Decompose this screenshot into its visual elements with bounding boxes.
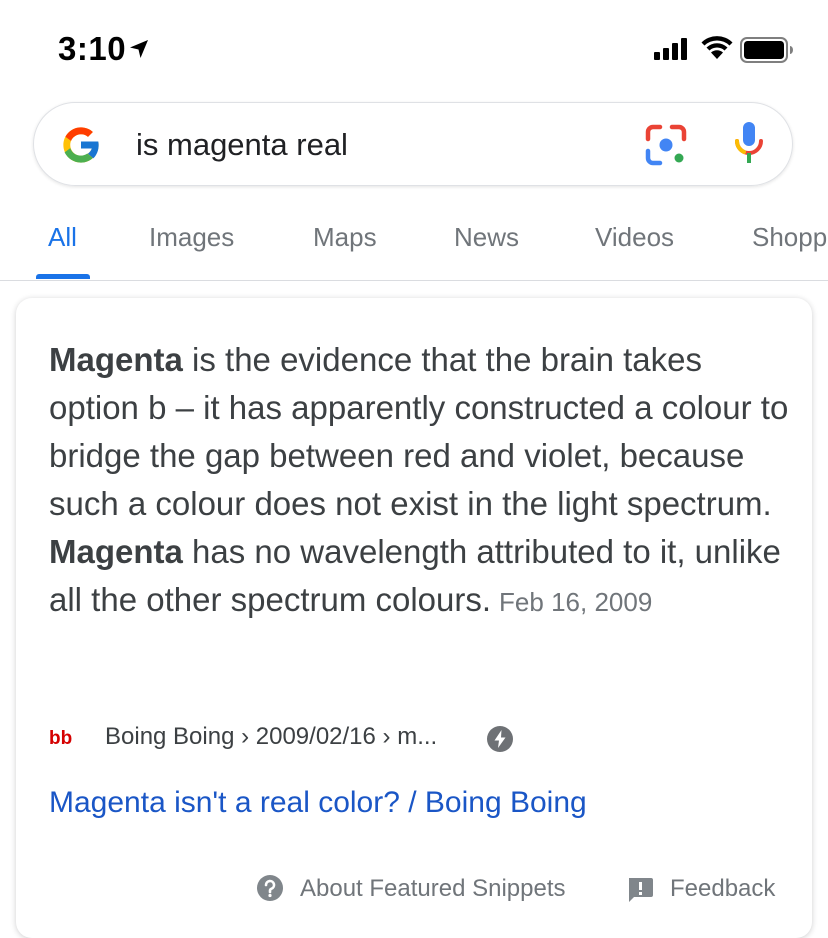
google-g-logo: [58, 122, 104, 173]
tab-videos[interactable]: Videos: [595, 222, 674, 253]
tab-all[interactable]: All: [48, 222, 77, 253]
source-breadcrumb[interactable]: Boing Boing › 2009/02/16 › m...: [105, 723, 437, 751]
search-input[interactable]: [136, 123, 616, 167]
snippet-highlight: Magenta: [49, 533, 183, 570]
tab-maps[interactable]: Maps: [313, 222, 377, 253]
search-box[interactable]: [33, 102, 793, 186]
amp-lightning-icon: [485, 724, 515, 759]
active-tab-indicator: [36, 274, 90, 279]
wifi-icon: [700, 34, 734, 65]
feedback-icon: [626, 876, 654, 909]
snippet-highlight: Magenta: [49, 341, 183, 378]
snippet-footer: About Featured Snippets Feedback: [16, 870, 812, 910]
help-circle-icon: [256, 874, 284, 907]
source-row[interactable]: bb Boing Boing › 2009/02/16 › m...: [49, 720, 789, 760]
feedback-label: Feedback: [670, 875, 776, 902]
site-favicon: bb: [49, 728, 73, 749]
snippet-text: Magenta is the evidence that the brain t…: [49, 336, 789, 626]
location-arrow-icon: [128, 38, 150, 65]
battery-icon: [740, 37, 794, 68]
tab-images[interactable]: Images: [149, 222, 234, 253]
featured-snippet-card: Magenta is the evidence that the brain t…: [16, 298, 812, 938]
cellular-signal-icon: [654, 38, 690, 65]
status-time: 3:10: [58, 30, 127, 67]
snippet-date: Feb 16, 2009: [499, 587, 653, 617]
google-lens-icon[interactable]: [642, 121, 690, 174]
about-featured-snippets-label: About Featured Snippets: [300, 875, 566, 902]
tab-shopping[interactable]: Shopping: [752, 222, 828, 253]
status-bar: 3:10: [0, 0, 828, 96]
tab-news[interactable]: News: [454, 222, 519, 253]
result-title-link[interactable]: Magenta isn't a real color? / Boing Boin…: [49, 786, 587, 820]
microphone-icon[interactable]: [730, 119, 768, 174]
search-tabs: All Images Maps News Videos Shopping: [0, 200, 828, 281]
